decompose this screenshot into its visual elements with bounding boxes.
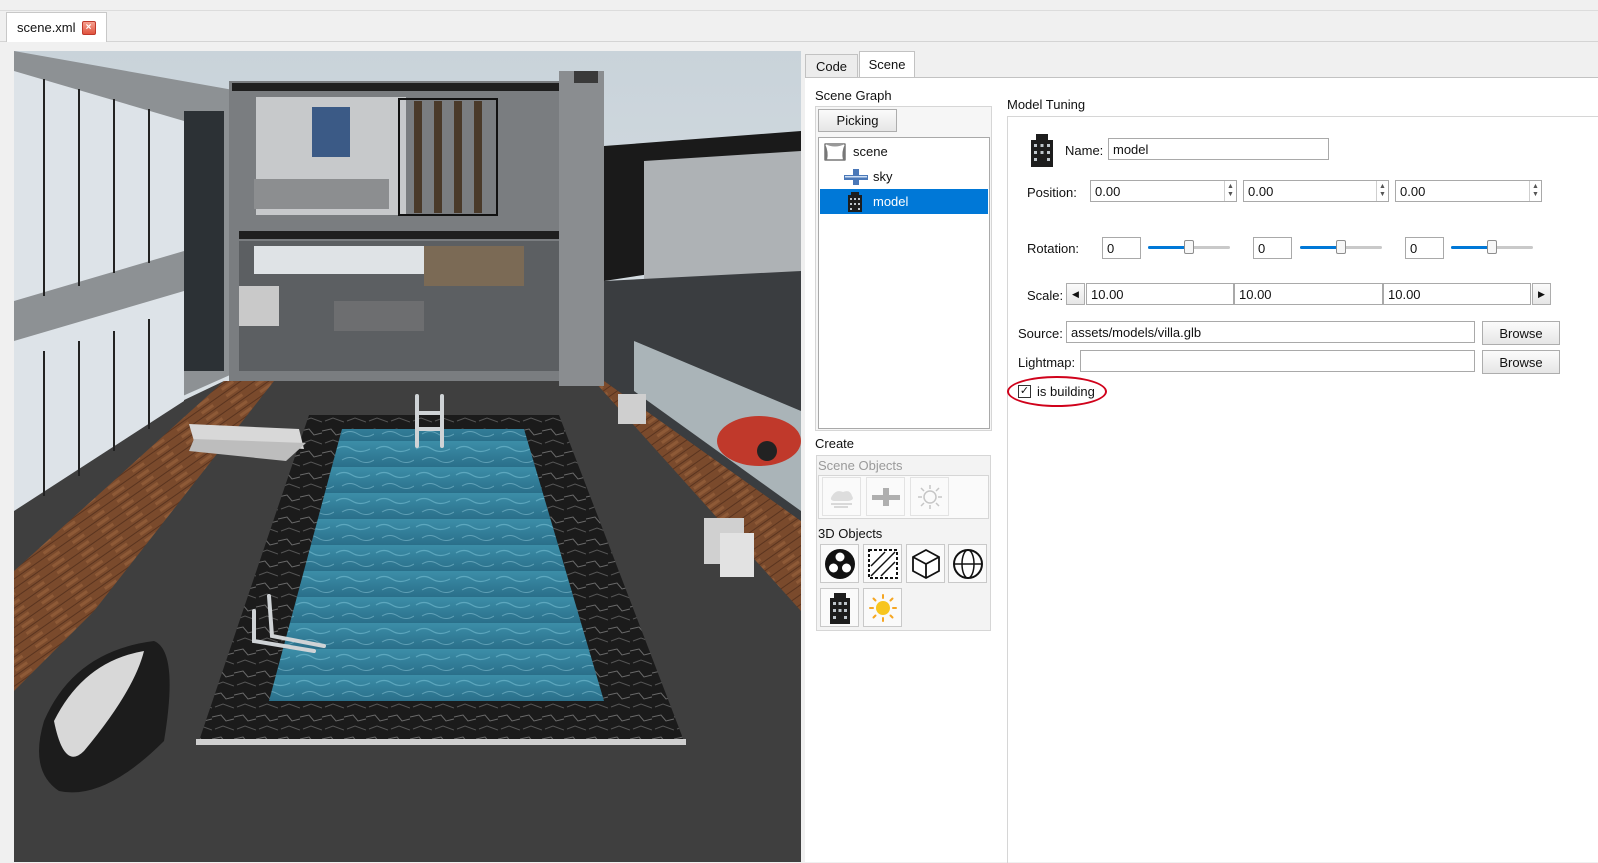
position-x-field[interactable]: 0.00 ▲ ▼ — [1090, 180, 1237, 202]
villa-scene-render — [14, 51, 801, 862]
rotation-y-field[interactable]: 0 — [1253, 237, 1292, 259]
box-icon[interactable] — [906, 544, 945, 583]
scene-tab-panel: Scene Graph Picking scene sky model Crea… — [805, 77, 1598, 863]
picking-button[interactable]: Picking — [818, 109, 897, 132]
close-icon[interactable]: × — [81, 20, 96, 35]
rotation-x-field[interactable]: 0 — [1102, 237, 1141, 259]
file-tab-scene-xml[interactable]: scene.xml × — [6, 12, 107, 42]
browse-source-button[interactable]: Browse — [1482, 321, 1560, 345]
scale-z-field[interactable]: 10.00 — [1383, 283, 1531, 305]
scale-x-field[interactable]: 10.00 — [1086, 283, 1234, 305]
file-tab-label: scene.xml — [17, 20, 76, 35]
building-icon[interactable] — [820, 588, 859, 627]
stage-curtain-icon — [824, 143, 846, 161]
plane-icon[interactable] — [863, 544, 902, 583]
scene-graph-tree[interactable]: scene sky model — [818, 137, 990, 429]
scroll-right-button[interactable]: ▶ — [1532, 283, 1551, 305]
slider-thumb[interactable] — [1487, 240, 1497, 254]
rotation-y-slider[interactable] — [1300, 237, 1382, 257]
tab-code[interactable]: Code — [805, 54, 858, 78]
name-field[interactable]: model — [1108, 138, 1329, 160]
tab-scene[interactable]: Scene — [859, 51, 915, 77]
scale-y-field[interactable]: 10.00 — [1234, 283, 1383, 305]
tree-item-scene[interactable]: scene — [820, 139, 988, 164]
sun-icon[interactable] — [863, 588, 902, 627]
light-icon[interactable] — [910, 477, 949, 516]
name-label: Name: — [1065, 143, 1104, 158]
tree-item-sky[interactable]: sky — [820, 164, 988, 189]
model-tuning-title: Model Tuning — [1007, 97, 1086, 112]
slider-thumb[interactable] — [1184, 240, 1194, 254]
slider-thumb[interactable] — [1336, 240, 1346, 254]
lightmap-label: Lightmap: — [1018, 355, 1076, 370]
rotation-x-slider[interactable] — [1148, 237, 1230, 257]
divider — [0, 10, 1598, 11]
tree-item-label: model — [873, 194, 909, 209]
source-label: Source: — [1018, 326, 1063, 341]
rotation-z-slider[interactable] — [1451, 237, 1533, 257]
spinner-arrows[interactable]: ▲ ▼ — [1529, 181, 1541, 201]
sphere-icon[interactable] — [948, 544, 987, 583]
spinner-arrows[interactable]: ▲ ▼ — [1376, 181, 1388, 201]
3d-objects-label: 3D Objects — [818, 526, 883, 541]
editor-tab-bar — [0, 0, 1598, 42]
source-field[interactable]: assets/models/villa.glb — [1066, 321, 1475, 343]
scene-objects-label: Scene Objects — [818, 458, 903, 473]
side-panel: Code Scene Scene Graph Picking scene sky — [805, 51, 1598, 863]
tree-item-label: scene — [853, 144, 888, 159]
annotation-circle — [1007, 376, 1107, 407]
scroll-left-button[interactable]: ◀ — [1066, 283, 1085, 305]
lightmap-field[interactable] — [1080, 350, 1475, 372]
fog-icon[interactable] — [822, 477, 861, 516]
position-label: Position: — [1027, 185, 1077, 200]
sky-icon — [844, 168, 868, 185]
browse-lightmap-button[interactable]: Browse — [1482, 350, 1560, 374]
tree-item-label: sky — [873, 169, 893, 184]
rotation-z-field[interactable]: 0 — [1405, 237, 1444, 259]
position-y-field[interactable]: 0.00 ▲ ▼ — [1243, 180, 1389, 202]
rotation-label: Rotation: — [1027, 241, 1080, 256]
building-icon — [1028, 133, 1056, 167]
3d-viewport[interactable] — [14, 51, 801, 862]
tree-item-model[interactable]: model — [820, 189, 988, 214]
scale-label: Scale: — [1027, 288, 1064, 303]
create-title: Create — [815, 436, 855, 451]
building-icon — [846, 191, 864, 212]
model-tuning-group — [1007, 116, 1598, 863]
sky-icon[interactable] — [866, 477, 905, 516]
particles-icon[interactable] — [820, 544, 859, 583]
spinner-arrows[interactable]: ▲ ▼ — [1224, 181, 1236, 201]
scene-graph-title: Scene Graph — [815, 88, 892, 103]
position-z-field[interactable]: 0.00 ▲ ▼ — [1395, 180, 1542, 202]
